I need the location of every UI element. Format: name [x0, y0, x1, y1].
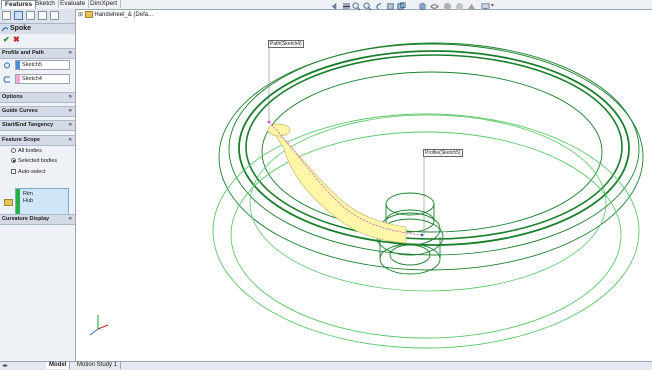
feature-tree-icon[interactable]: [2, 11, 11, 20]
panel-tabs-bar: [0, 9, 75, 24]
expand-chevron-icon[interactable]: »: [69, 121, 72, 130]
group-label: Feature Scope: [2, 137, 40, 143]
expand-chevron-icon[interactable]: »: [69, 107, 72, 116]
tab-features[interactable]: Features: [1, 0, 37, 9]
bodies-color-bar: [16, 189, 20, 216]
option-label: Selected bodies: [18, 158, 58, 164]
profile-value: Sketch5: [22, 62, 42, 68]
option-auto-select[interactable]: Auto-select: [11, 169, 46, 175]
selected-bodies-list[interactable]: Rim Hub: [15, 188, 69, 217]
tab-dimxpert[interactable]: DimXpert: [87, 0, 122, 8]
dimxpert-manager-icon[interactable]: [38, 11, 47, 20]
group-options[interactable]: Options »: [0, 92, 75, 103]
sweep-feature-icon: [2, 27, 8, 32]
list-item[interactable]: Hub: [23, 198, 33, 204]
group-label: Guide Curves: [2, 108, 38, 114]
profile-color-bar: [16, 61, 20, 69]
ok-cancel-row: ✔ ✖: [0, 35, 75, 45]
path-callout[interactable]: Path(Sketch4): [268, 40, 304, 48]
radio-all-bodies[interactable]: [11, 148, 16, 153]
property-manager-panel: Spoke ✔ ✖ Profile and Path « Sketch5 Ske…: [0, 9, 76, 361]
ok-check-icon[interactable]: ✔: [3, 35, 10, 44]
page-title: Spoke: [10, 25, 32, 32]
checkbox-auto-select[interactable]: [11, 169, 16, 174]
group-curvature-display[interactable]: Curvature Display »: [0, 214, 75, 225]
tab-model[interactable]: Model: [46, 362, 71, 369]
option-selected-bodies[interactable]: Selected bodies: [11, 158, 58, 164]
property-manager-icon[interactable]: [14, 11, 23, 20]
collapse-chevron-icon[interactable]: «: [69, 49, 72, 58]
profile-callout[interactable]: Profile(Sketch5): [423, 149, 463, 157]
list-item[interactable]: Rim: [23, 191, 33, 197]
path-color-bar: [16, 75, 20, 83]
group-start-end-tangency[interactable]: Start/End Tangency »: [0, 120, 75, 131]
group-label: Curvature Display: [2, 216, 50, 222]
rim-mid-edge: [249, 114, 607, 292]
group-label: Options: [2, 94, 23, 100]
graphics-area[interactable]: [76, 9, 652, 361]
bodies-icon: [4, 199, 13, 206]
tab-scroll-icon[interactable]: ◂▸: [2, 362, 8, 369]
profile-icon: [4, 62, 10, 69]
axis-triad: [89, 315, 109, 336]
path-selection-field[interactable]: Sketch4: [15, 74, 70, 84]
display-manager-icon[interactable]: [50, 11, 59, 20]
option-label: Auto-select: [18, 169, 46, 175]
group-label: Start/End Tangency: [2, 122, 54, 128]
profile-selection-field[interactable]: Sketch5: [15, 60, 70, 70]
profile-center-point: [420, 233, 424, 237]
tab-sketch[interactable]: Sketch: [32, 0, 59, 8]
expand-chevron-icon[interactable]: »: [69, 215, 72, 224]
option-all-bodies[interactable]: All bodies: [11, 148, 42, 154]
property-manager-header: Spoke: [0, 24, 75, 34]
group-profile-and-path[interactable]: Profile and Path «: [0, 48, 75, 59]
option-label: All bodies: [18, 148, 42, 154]
tab-motion-study[interactable]: Motion Study 1: [74, 362, 122, 369]
expand-chevron-icon[interactable]: »: [69, 93, 72, 102]
cancel-x-icon[interactable]: ✖: [13, 35, 20, 44]
group-label: Profile and Path: [2, 50, 44, 56]
sweep-start-cap: [267, 123, 291, 137]
group-guide-curves[interactable]: Guide Curves »: [0, 106, 75, 117]
more-options-chevron-icon[interactable]: ▾: [491, 2, 494, 9]
tab-evaluate[interactable]: Evaluate: [57, 0, 90, 8]
radio-selected-bodies[interactable]: [11, 158, 16, 163]
collapse-chevron-icon[interactable]: «: [69, 136, 72, 145]
path-icon: [3, 76, 10, 83]
group-feature-scope[interactable]: Feature Scope «: [0, 135, 75, 146]
path-value: Sketch4: [22, 76, 42, 82]
configuration-manager-icon[interactable]: [26, 11, 35, 20]
